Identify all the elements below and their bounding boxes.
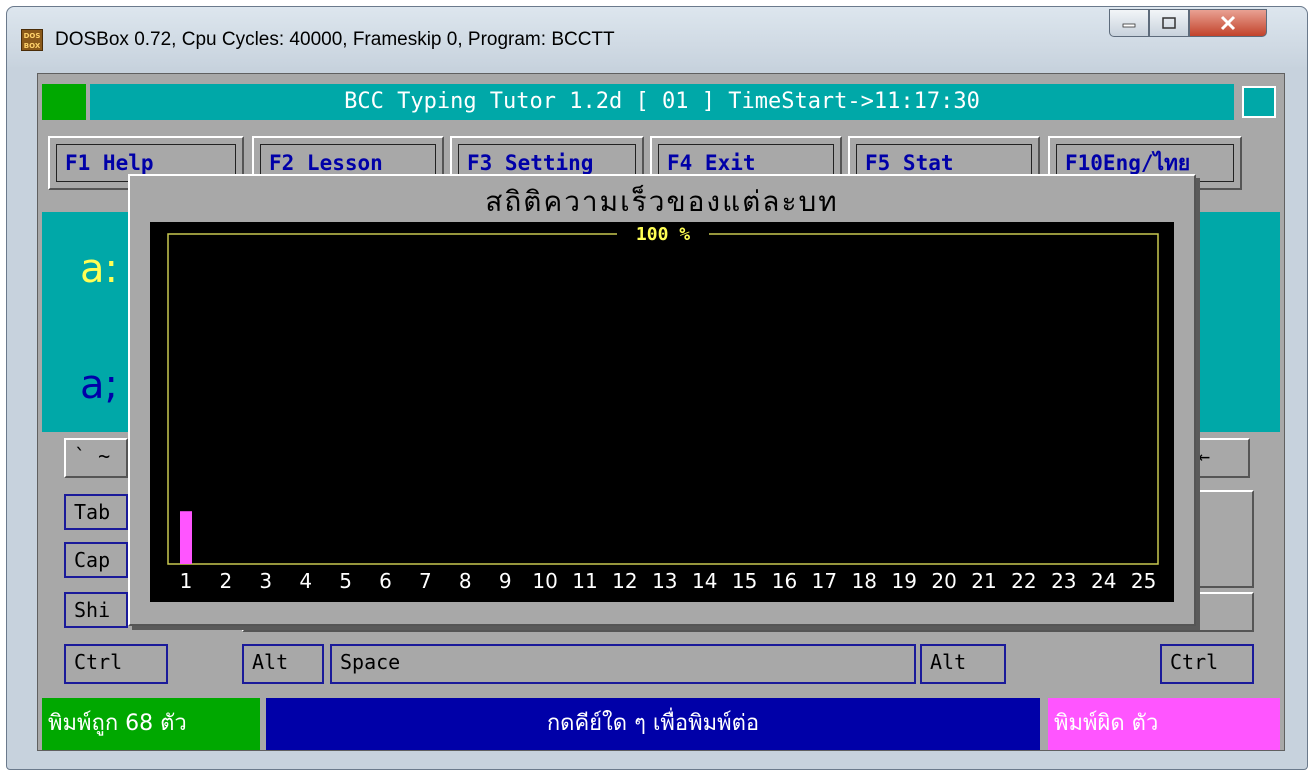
category-label-16: 16	[772, 569, 797, 593]
app-header: BCC Typing Tutor 1.2d [ 01 ] TimeStart->…	[90, 84, 1234, 120]
category-label-5: 5	[339, 569, 352, 593]
speed-stats-dialog[interactable]: สถิติความเร็วของแต่ละบท 100 % 1 2 3 4 5 6 7 8 9 10…	[128, 174, 1196, 626]
dos-screen[interactable]: BCC Typing Tutor 1.2d [ 01 ] TimeStart->…	[37, 73, 1285, 751]
correct-count-status: พิมพ์ถูก 68 ตัว	[42, 698, 260, 750]
key-space[interactable]: Space	[330, 644, 916, 684]
category-label-17: 17	[812, 569, 837, 593]
category-label-24: 24	[1091, 569, 1116, 593]
category-label-2: 2	[220, 569, 233, 593]
continue-prompt: กดคีย์ใด ๆ เพื่อพิมพ์ต่อ	[266, 698, 1040, 750]
dialog-title: สถิติความเร็วของแต่ละบท	[485, 185, 839, 218]
minimize-icon	[1122, 23, 1136, 28]
category-label-1: 1	[180, 569, 193, 593]
category-label-11: 11	[572, 569, 597, 593]
category-label-23: 23	[1051, 569, 1076, 593]
category-label-9: 9	[499, 569, 512, 593]
chart-frame	[167, 233, 1159, 565]
category-label-20: 20	[931, 569, 956, 593]
key-ctrl-right[interactable]: Ctrl	[1160, 644, 1254, 684]
category-label-8: 8	[459, 569, 472, 593]
key-shift[interactable]: Shi	[64, 592, 128, 628]
lesson-line-2: a;	[80, 362, 118, 408]
category-label-18: 18	[852, 569, 877, 593]
key-caps[interactable]: Cap	[64, 542, 128, 578]
indicator-block	[42, 84, 86, 120]
category-label-7: 7	[419, 569, 432, 593]
category-label-3: 3	[259, 569, 272, 593]
category-label-4: 4	[299, 569, 312, 593]
category-label-19: 19	[891, 569, 916, 593]
key-alt-right[interactable]: Alt	[920, 644, 1006, 684]
chart-svg: 100 %1 2 3 4 5 6 7 8 9 10 11 12 13 14 15 16 17 18 19 20 21 22…	[167, 224, 1159, 593]
category-label-22: 22	[1011, 569, 1036, 593]
wrong-count-status: พิมพ์ผิด ตัว	[1048, 698, 1280, 750]
key-enter[interactable]	[1188, 490, 1254, 588]
dosbox-window: DOS BOX DOSBox 0.72, Cpu Cycles: 40000, …	[6, 6, 1308, 770]
key-alt-left[interactable]: Alt	[242, 644, 324, 684]
category-label-10: 10	[532, 569, 557, 593]
category-label-25: 25	[1131, 569, 1156, 593]
window-title: DOSBox 0.72, Cpu Cycles: 40000, Frameski…	[55, 29, 615, 50]
title-bar[interactable]: DOS BOX DOSBox 0.72, Cpu Cycles: 40000, …	[7, 7, 1307, 67]
header-box	[1242, 86, 1276, 118]
key-tab[interactable]: Tab	[64, 494, 128, 530]
category-label-12: 12	[612, 569, 637, 593]
category-label-14: 14	[692, 569, 717, 593]
key-backtick[interactable]: ` ~	[64, 438, 128, 478]
category-label-13: 13	[652, 569, 677, 593]
max-percent-label: 100 %	[636, 224, 690, 245]
key-backspace[interactable]: ←	[1188, 438, 1250, 478]
category-label-15: 15	[732, 569, 757, 593]
lesson-line-1: a:	[80, 246, 118, 292]
key-ctrl-left[interactable]: Ctrl	[64, 644, 168, 684]
maximize-icon	[1162, 17, 1176, 29]
close-icon	[1220, 15, 1236, 31]
minimize-button[interactable]	[1109, 9, 1149, 37]
bar-1	[180, 511, 192, 564]
dosbox-icon[interactable]: DOS BOX	[21, 29, 43, 51]
speed-chart: 100 % 1 2 3 4 5 6 7 8 9 10 11 12 13 14 15 16 17 18 19 20 21 22…	[150, 222, 1174, 602]
category-label-21: 21	[971, 569, 996, 593]
close-button[interactable]	[1189, 9, 1267, 37]
category-label-6: 6	[379, 569, 392, 593]
maximize-button[interactable]	[1149, 9, 1189, 37]
